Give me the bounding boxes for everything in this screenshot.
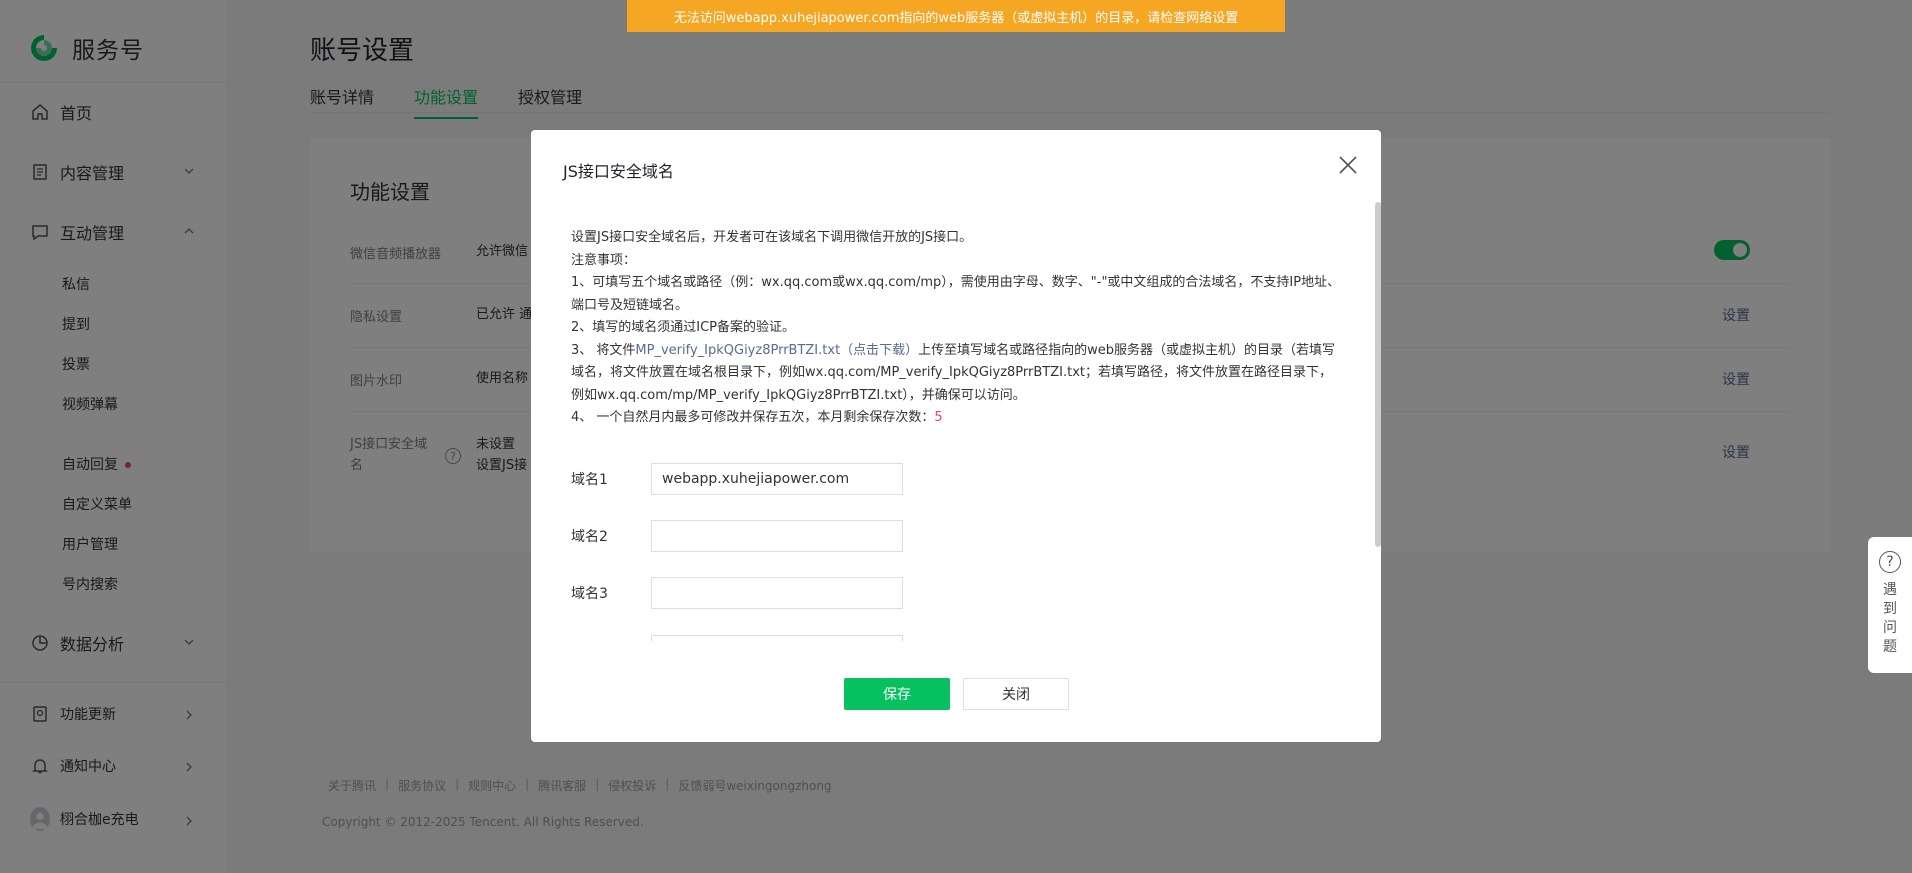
domain-input-4-partial[interactable]: [651, 635, 903, 641]
remaining-count: 5: [934, 410, 943, 425]
domain-input-2[interactable]: [651, 520, 903, 552]
scrollbar[interactable]: [1375, 202, 1381, 547]
field-label: 域名1: [571, 472, 608, 488]
js-domain-dialog: JS接口安全域名 设置JS接口安全域名后，开发者可在该域名下调用微信开放的JS接…: [531, 130, 1381, 742]
close-button[interactable]: 关闭: [963, 678, 1069, 710]
save-button[interactable]: 保存: [844, 678, 950, 710]
error-banner: 无法访问webapp.xuhejiapower.com指向的web服务器（或虚拟…: [627, 0, 1285, 32]
note-3: 3、 将文件MP_verify_IpkQGiyz8PrrBTZI.txt（点击下…: [571, 340, 1341, 408]
help-label: 遇到问题: [1883, 582, 1897, 655]
field-label: 域名3: [571, 586, 608, 602]
domain-field-1: 域名1: [571, 463, 903, 495]
note-1: 1、可填写五个域名或路径（例：wx.qq.com或wx.qq.com/mp），需…: [571, 275, 1341, 313]
intro-text: 设置JS接口安全域名后，开发者可在该域名下调用微信开放的JS接口。: [571, 230, 973, 245]
domain-input-1[interactable]: [651, 463, 903, 495]
verify-file-download-link[interactable]: MP_verify_IpkQGiyz8PrrBTZI.txt（点击下载）: [635, 343, 918, 358]
dialog-instructions: 设置JS接口安全域名后，开发者可在该域名下调用微信开放的JS接口。 注意事项： …: [571, 227, 1341, 430]
note-3-prefix: 3、 将文件: [571, 342, 636, 358]
note-2: 2、填写的域名须通过ICP备案的验证。: [571, 320, 796, 335]
question-icon: ?: [1879, 551, 1901, 573]
domain-field-2: 域名2: [571, 520, 903, 552]
help-sidebar-button[interactable]: ? 遇到问题: [1868, 537, 1912, 673]
dialog-title: JS接口安全域名: [563, 162, 674, 181]
close-icon[interactable]: [1337, 154, 1359, 176]
domain-input-3[interactable]: [651, 577, 903, 609]
domain-field-3: 域名3: [571, 577, 903, 609]
note-4: 4、 一个自然月内最多可修改并保存五次，本月剩余保存次数：5: [571, 407, 1341, 430]
field-label: 域名2: [571, 529, 608, 545]
notes-title: 注意事项：: [571, 252, 637, 268]
note-4-prefix: 4、 一个自然月内最多可修改并保存五次，本月剩余保存次数：: [571, 410, 935, 425]
